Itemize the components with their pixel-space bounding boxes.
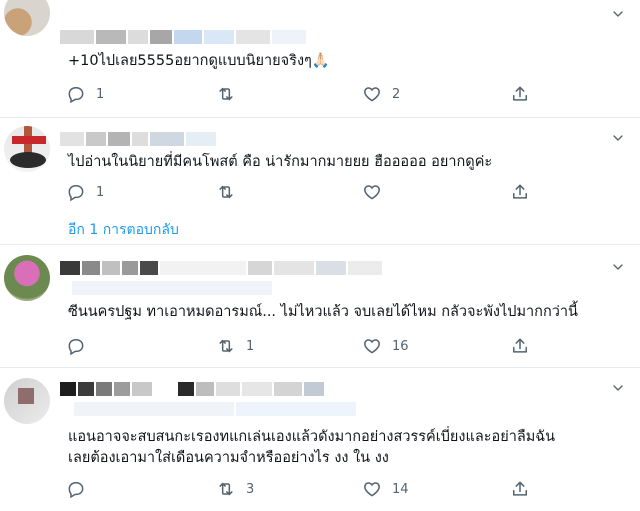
retweet-button[interactable] [216, 84, 246, 104]
tweet-actions: 1 16 [66, 336, 536, 356]
like-count: 16 [392, 338, 409, 354]
tweet-text-line2: เลยต้องเอามาใส่เดือนความจำหรืออย่างไร งง… [68, 450, 389, 466]
tweet-actions: 1 [66, 182, 536, 202]
like-button[interactable] [362, 182, 392, 202]
blurred-handle [74, 402, 356, 416]
tweet-text: +10ไปเลย5555อยากดูแบบนิยายจริงๆ🙏🏻 [68, 53, 330, 69]
reply-button[interactable] [66, 479, 96, 499]
reply-icon [66, 336, 86, 356]
tweet-text-line1: แอนอาจจะสบสนกะเรองทแกเล่นเองแล้วดังมากอย… [68, 429, 556, 445]
reply-icon [66, 182, 86, 202]
like-count: 14 [392, 481, 409, 497]
retweet-count: 3 [246, 481, 255, 497]
tweet[interactable]: แอนอาจจะสบสนกะเรองทแกเล่นเองแล้วดังมากอย… [0, 368, 640, 511]
reply-icon [66, 84, 86, 104]
retweet-count: 1 [246, 338, 255, 354]
share-button[interactable] [510, 336, 530, 356]
like-count: 2 [392, 86, 401, 102]
like-icon [362, 336, 382, 356]
chevron-down-icon[interactable] [610, 130, 626, 146]
reply-count: 1 [96, 86, 105, 102]
tweet-actions: 1 2 [66, 84, 536, 104]
tweet-text: ซีนนครปฐม ทาเอาหมดอารมณ์... ไม่ไหวแล้ว จ… [68, 304, 578, 320]
share-icon [510, 336, 530, 356]
like-button[interactable]: 16 [362, 336, 409, 356]
blurred-username [60, 382, 324, 396]
reply-icon [66, 479, 86, 499]
retweet-button[interactable] [216, 182, 246, 202]
share-icon [510, 182, 530, 202]
avatar[interactable] [4, 126, 50, 172]
reply-button[interactable]: 1 [66, 84, 104, 104]
share-icon [510, 479, 530, 499]
blurred-handle [72, 281, 272, 295]
tweet[interactable]: ไปอ่านในนิยายที่มีคนโพสต์ คือ น่ารักมากม… [0, 118, 640, 244]
like-button[interactable]: 14 [362, 479, 409, 499]
share-button[interactable] [510, 479, 530, 499]
reply-button[interactable]: 1 [66, 182, 104, 202]
avatar[interactable] [4, 378, 50, 424]
reply-button[interactable] [66, 336, 96, 356]
like-button[interactable]: 2 [362, 84, 400, 104]
blurred-username [60, 261, 382, 275]
share-button[interactable] [510, 182, 530, 202]
retweet-button[interactable]: 3 [216, 479, 254, 499]
like-icon [362, 479, 382, 499]
reply-count: 1 [96, 184, 105, 200]
retweet-icon [216, 182, 236, 202]
chevron-down-icon[interactable] [610, 259, 626, 275]
tweet[interactable]: ซีนนครปฐม ทาเอาหมดอารมณ์... ไม่ไหวแล้ว จ… [0, 245, 640, 367]
retweet-icon [216, 479, 236, 499]
share-button[interactable] [510, 84, 530, 104]
blurred-username [60, 30, 306, 44]
like-icon [362, 182, 382, 202]
avatar[interactable] [4, 255, 50, 301]
tweet[interactable]: +10ไปเลย5555อยากดูแบบนิยายจริงๆ🙏🏻 1 2 [0, 0, 640, 118]
chevron-down-icon[interactable] [610, 380, 626, 396]
share-icon [510, 84, 530, 104]
like-icon [362, 84, 382, 104]
blurred-username [60, 132, 216, 146]
tweet-text: ไปอ่านในนิยายที่มีคนโพสต์ คือ น่ารักมากม… [68, 154, 493, 170]
chevron-down-icon[interactable] [610, 6, 626, 22]
tweet-actions: 3 14 [66, 479, 536, 499]
retweet-icon [216, 336, 236, 356]
show-replies-link[interactable]: อีก 1 การตอบกลับ [68, 219, 179, 241]
avatar[interactable] [4, 0, 50, 36]
retweet-button[interactable]: 1 [216, 336, 254, 356]
retweet-icon [216, 84, 236, 104]
